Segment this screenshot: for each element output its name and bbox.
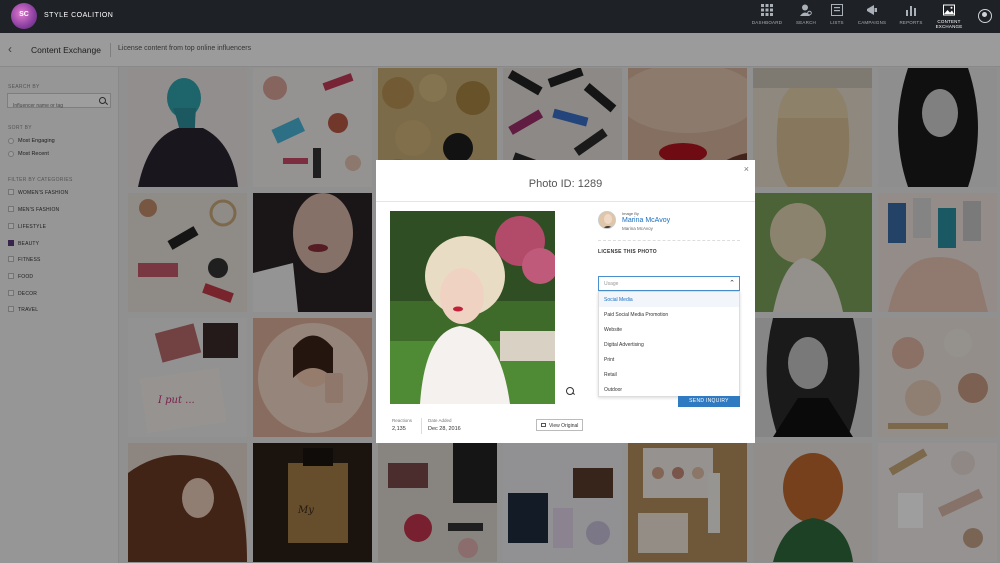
nav-dashboard-label: DASHBOARD	[751, 20, 783, 25]
nav-reports-label: REPORTS	[899, 20, 923, 25]
chevron-up-icon[interactable]: ⌃	[729, 279, 735, 287]
reactions-label: Reactions	[392, 418, 413, 423]
image-icon	[541, 423, 546, 427]
profile-avatar-icon[interactable]	[978, 9, 992, 23]
usage-option-print[interactable]: Print	[599, 352, 739, 367]
usage-placeholder: Usage	[604, 281, 619, 287]
usage-dropdown: Social Media Paid Social Media Promotion…	[598, 291, 740, 397]
image-by-label: Image By	[622, 211, 639, 216]
usage-option-label: Social Media	[604, 297, 633, 303]
date-added-label: Date Added	[428, 418, 452, 423]
usage-option-label: Website	[604, 327, 622, 333]
nav-lists[interactable]: LISTS	[817, 4, 857, 25]
usage-option-paid-social[interactable]: Paid Social Media Promotion	[599, 307, 739, 322]
reactions-value: 2,135	[392, 426, 406, 432]
usage-option-label: Digital Advertising	[604, 342, 644, 348]
grid-icon	[761, 4, 773, 16]
nav-lists-label: LISTS	[830, 20, 844, 25]
nav-campaigns-label: CAMPAIGNS	[857, 20, 887, 25]
usage-option-website[interactable]: Website	[599, 322, 739, 337]
person-search-icon	[800, 4, 812, 16]
view-original-label: View Original	[549, 423, 579, 429]
photo-braided-blonde	[390, 211, 555, 404]
logo-text: SC	[19, 11, 29, 18]
usage-option-outdoor[interactable]: Outdoor	[599, 382, 739, 397]
nav-content-exchange[interactable]: CONTENT EXCHANGE	[929, 4, 969, 29]
divider	[376, 201, 755, 202]
divider	[421, 418, 422, 434]
usage-option-label: Retail	[604, 372, 617, 378]
nav-campaigns[interactable]: CAMPAIGNS	[852, 4, 892, 25]
usage-option-label: Print	[604, 357, 615, 363]
avatar-photo	[599, 212, 615, 228]
license-title: LICENSE THIS PHOTO	[598, 249, 657, 255]
usage-option-retail[interactable]: Retail	[599, 367, 739, 382]
nav-dashboard[interactable]: DASHBOARD	[747, 4, 787, 25]
usage-select[interactable]: Usage ⌃	[598, 276, 740, 291]
brand-name: STYLE COALITION	[44, 12, 114, 19]
date-added-value: Dec 28, 2016	[428, 426, 461, 432]
bar-chart-icon	[906, 6, 916, 16]
usage-option-label: Paid Social Media Promotion	[604, 312, 669, 318]
send-inquiry-button[interactable]: SEND INQUIRY	[678, 396, 740, 407]
zoom-icon[interactable]	[563, 384, 577, 398]
usage-option-label: Outdoor	[604, 387, 623, 393]
modal-title: Photo ID: 1289	[528, 178, 603, 190]
influencer-handle: Marina McAvoy	[622, 226, 653, 231]
nav-reports[interactable]: REPORTS	[891, 4, 931, 25]
nav-content-label-2: EXCHANGE	[935, 24, 963, 29]
close-icon[interactable]: ×	[744, 164, 749, 174]
top-nav: SC STYLE COALITION DASHBOARD SEARCH LIST…	[0, 0, 1000, 33]
photo-detail-modal: × Photo ID: 1289 Reactions 2,135 Date Ad…	[376, 160, 755, 443]
image-icon	[943, 4, 955, 16]
usage-option-social-media[interactable]: Social Media	[599, 292, 739, 307]
divider	[598, 240, 740, 241]
nav-content-exchange-label: CONTENT EXCHANGE	[929, 19, 969, 29]
megaphone-icon	[867, 5, 877, 15]
style-coalition-logo[interactable]: SC	[11, 3, 37, 29]
list-icon	[831, 4, 843, 16]
usage-option-digital-advertising[interactable]: Digital Advertising	[599, 337, 739, 352]
influencer-name-link[interactable]: Marina McAvoy	[622, 217, 670, 224]
avatar[interactable]	[598, 211, 616, 229]
view-original-button[interactable]: View Original	[536, 419, 583, 431]
photo-preview[interactable]	[390, 211, 555, 404]
